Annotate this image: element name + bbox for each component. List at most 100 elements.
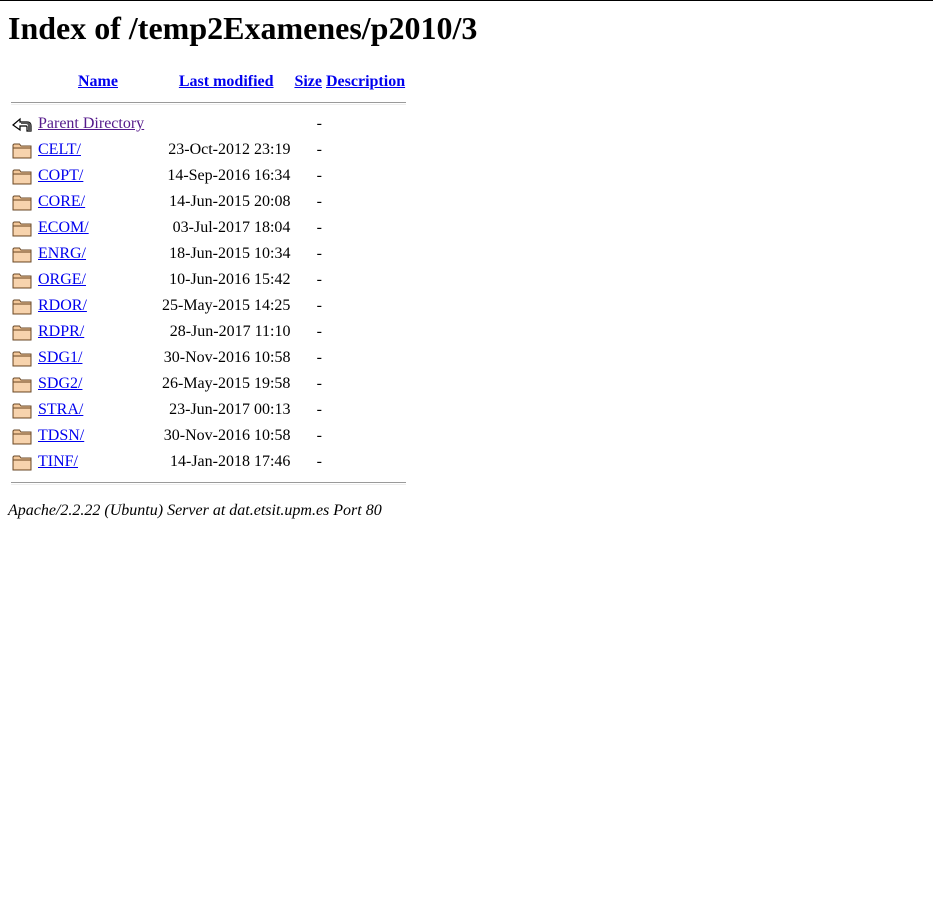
description-cell xyxy=(325,372,406,396)
description-cell xyxy=(325,242,406,266)
size-cell: - xyxy=(316,167,322,184)
parent-directory-row: Parent Directory - xyxy=(10,112,406,136)
size-cell: - xyxy=(316,401,322,418)
folder-icon xyxy=(10,346,35,370)
folder-icon xyxy=(10,398,35,422)
folder-link[interactable]: ORGE/ xyxy=(38,271,86,288)
parent-directory-link[interactable]: Parent Directory xyxy=(38,115,144,132)
description-cell xyxy=(325,294,406,318)
folder-icon xyxy=(10,268,35,292)
name-cell: TDSN/ xyxy=(37,424,159,448)
modified-cell: 23-Jun-2017 00:13 xyxy=(169,401,291,418)
name-cell: SDG1/ xyxy=(37,346,159,370)
size-cell: - xyxy=(316,349,322,366)
description-cell xyxy=(325,216,406,240)
folder-link[interactable]: COPT/ xyxy=(38,167,83,184)
modified-cell: 30-Nov-2016 10:58 xyxy=(163,349,291,366)
folder-icon xyxy=(10,424,35,448)
description-cell xyxy=(325,164,406,188)
size-cell: - xyxy=(316,323,322,340)
modified-cell: 14-Sep-2016 16:34 xyxy=(167,167,291,184)
table-row: TINF/14-Jan-2018 17:46 - xyxy=(10,450,406,474)
description-cell xyxy=(325,424,406,448)
sort-by-modified-link[interactable]: Last modified xyxy=(179,73,274,90)
folder-link[interactable]: CELT/ xyxy=(38,141,81,158)
folder-link[interactable]: ENRG/ xyxy=(38,245,86,262)
folder-icon xyxy=(10,242,35,266)
header-icon-cell xyxy=(10,70,35,94)
table-row: ENRG/18-Jun-2015 10:34 - xyxy=(10,242,406,266)
table-row: RDOR/25-May-2015 14:25 - xyxy=(10,294,406,318)
table-row: RDPR/28-Jun-2017 11:10 - xyxy=(10,320,406,344)
folder-link[interactable]: TINF/ xyxy=(38,453,78,470)
size-cell: - xyxy=(316,245,322,262)
size-cell: - xyxy=(316,427,322,444)
modified-cell: 03-Jul-2017 18:04 xyxy=(172,219,291,236)
size-cell: - xyxy=(316,219,322,236)
column-modified-header: Last modified xyxy=(161,70,291,94)
folder-icon xyxy=(10,372,35,396)
modified-cell: 26-May-2015 19:58 xyxy=(162,375,291,392)
size-cell: - xyxy=(316,453,322,470)
folder-icon xyxy=(10,190,35,214)
sort-by-size-link[interactable]: Size xyxy=(294,73,322,90)
modified-cell: 18-Jun-2015 10:34 xyxy=(169,245,291,262)
description-cell xyxy=(325,398,406,422)
name-cell: RDOR/ xyxy=(37,294,159,318)
header-divider xyxy=(10,96,407,110)
folder-link[interactable]: TDSN/ xyxy=(38,427,84,444)
directory-listing: Name Last modified Size Description Pare… xyxy=(8,68,408,492)
folder-icon xyxy=(10,450,35,474)
folder-link[interactable]: CORE/ xyxy=(38,193,85,210)
name-cell: ECOM/ xyxy=(37,216,159,240)
folder-link[interactable]: STRA/ xyxy=(38,401,83,418)
description-cell xyxy=(325,450,406,474)
table-row: TDSN/30-Nov-2016 10:58 - xyxy=(10,424,406,448)
description-cell xyxy=(325,112,406,136)
table-row: CELT/23-Oct-2012 23:19 - xyxy=(10,138,406,162)
table-row: ORGE/10-Jun-2016 15:42 - xyxy=(10,268,406,292)
folder-icon xyxy=(10,294,35,318)
table-row: STRA/23-Jun-2017 00:13 - xyxy=(10,398,406,422)
header-row: Name Last modified Size Description xyxy=(10,70,406,94)
back-arrow-icon xyxy=(10,112,35,136)
name-cell: TINF/ xyxy=(37,450,159,474)
page-title: Index of /temp2Examenes/p2010/3 xyxy=(8,10,478,46)
modified-cell: 28-Jun-2017 11:10 xyxy=(169,323,291,340)
table-row: ECOM/03-Jul-2017 18:04 - xyxy=(10,216,406,240)
folder-link[interactable]: ECOM/ xyxy=(38,219,89,236)
description-cell xyxy=(325,346,406,370)
size-cell: - xyxy=(316,193,322,210)
table-row: SDG2/26-May-2015 19:58 - xyxy=(10,372,406,396)
size-cell: - xyxy=(316,375,322,392)
name-cell: ORGE/ xyxy=(37,268,159,292)
folder-icon xyxy=(10,320,35,344)
folder-link[interactable]: RDPR/ xyxy=(38,323,84,340)
modified-cell: 14-Jan-2018 17:46 xyxy=(170,453,291,470)
table-row: SDG1/30-Nov-2016 10:58 - xyxy=(10,346,406,370)
modified-cell: 30-Nov-2016 10:58 xyxy=(163,427,291,444)
column-size-header: Size xyxy=(293,70,323,94)
table-row: CORE/14-Jun-2015 20:08 - xyxy=(10,190,406,214)
modified-cell: 25-May-2015 14:25 xyxy=(162,297,291,314)
modified-cell: 14-Jun-2015 20:08 xyxy=(169,193,291,210)
sort-by-name-link[interactable]: Name xyxy=(78,73,118,90)
column-name-header: Name xyxy=(37,70,159,94)
modified-cell: 23-Oct-2012 23:19 xyxy=(168,141,291,158)
name-cell: CELT/ xyxy=(37,138,159,162)
size-cell: - xyxy=(316,115,322,132)
footer-divider xyxy=(10,476,407,490)
description-cell xyxy=(325,268,406,292)
folder-link[interactable]: SDG1/ xyxy=(38,349,82,366)
modified-cell: 10-Jun-2016 15:42 xyxy=(169,271,291,288)
sort-by-description-link[interactable]: Description xyxy=(326,73,405,90)
name-cell: CORE/ xyxy=(37,190,159,214)
modified-cell xyxy=(161,112,291,136)
size-cell: - xyxy=(316,141,322,158)
description-cell xyxy=(325,138,406,162)
folder-link[interactable]: RDOR/ xyxy=(38,297,87,314)
folder-link[interactable]: SDG2/ xyxy=(38,375,82,392)
name-cell: STRA/ xyxy=(37,398,159,422)
name-cell: ENRG/ xyxy=(37,242,159,266)
name-cell: SDG2/ xyxy=(37,372,159,396)
